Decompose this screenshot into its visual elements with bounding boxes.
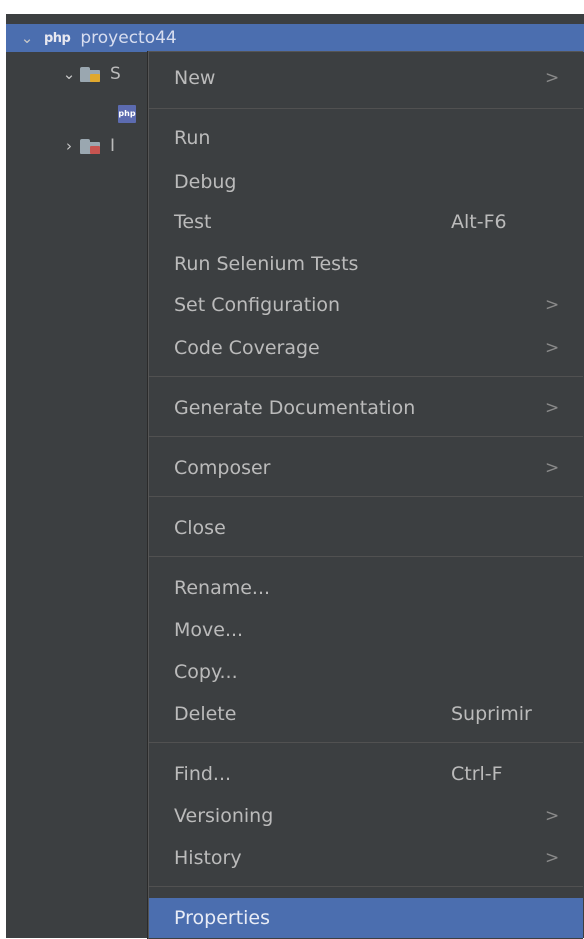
menu-item-label: Delete bbox=[174, 703, 237, 725]
menu-separator bbox=[149, 496, 583, 497]
chevron-right-icon[interactable]: › bbox=[58, 137, 80, 155]
menu-item-label: Properties bbox=[174, 907, 271, 929]
menu-separator bbox=[149, 436, 583, 437]
source-files-label: S bbox=[110, 64, 121, 84]
menu-item-label: Generate Documentation bbox=[174, 397, 416, 419]
menu-item-label: Find... bbox=[174, 763, 232, 785]
menu-item-shortcut: Ctrl-F bbox=[451, 763, 503, 785]
project-name-label: proyecto44 bbox=[80, 28, 177, 48]
php-file-icon: php bbox=[118, 105, 136, 123]
menu-item-run-selenium-tests[interactable]: Run Selenium Tests bbox=[149, 244, 583, 284]
menu-item-copy[interactable]: Copy... bbox=[149, 652, 583, 692]
submenu-arrow-icon: > bbox=[545, 806, 560, 826]
menu-item-history[interactable]: History > bbox=[149, 838, 583, 878]
menu-separator bbox=[149, 108, 583, 109]
menu-item-close[interactable]: Close bbox=[149, 508, 583, 548]
menu-item-label: Versioning bbox=[174, 805, 274, 827]
menu-item-run[interactable]: Run bbox=[149, 118, 583, 158]
include-path-label: I bbox=[110, 136, 116, 156]
menu-item-label: Run Selenium Tests bbox=[174, 253, 359, 275]
screenshot-frame: ⌄ php proyecto44 ⌄ S php › I New > Run D… bbox=[0, 0, 584, 939]
submenu-arrow-icon: > bbox=[545, 338, 560, 358]
menu-item-test[interactable]: Test Alt-F6 bbox=[149, 202, 583, 242]
menu-item-delete[interactable]: Delete Suprimir bbox=[149, 694, 583, 734]
menu-item-code-coverage[interactable]: Code Coverage > bbox=[149, 328, 583, 368]
menu-item-label: Close bbox=[174, 517, 226, 539]
menu-item-label: New bbox=[174, 67, 216, 89]
menu-item-label: Code Coverage bbox=[174, 337, 320, 359]
submenu-arrow-icon: > bbox=[545, 398, 560, 418]
menu-item-versioning[interactable]: Versioning > bbox=[149, 796, 583, 836]
submenu-arrow-icon: > bbox=[545, 68, 560, 88]
submenu-arrow-icon: > bbox=[545, 458, 560, 478]
chevron-down-icon[interactable]: ⌄ bbox=[58, 65, 80, 83]
menu-item-debug[interactable]: Debug bbox=[149, 162, 583, 202]
menu-separator bbox=[149, 556, 583, 557]
tree-node-source-files[interactable]: ⌄ S bbox=[58, 60, 121, 88]
source-folder-icon bbox=[80, 66, 102, 82]
include-folder-icon bbox=[80, 138, 102, 154]
menu-separator bbox=[149, 742, 583, 743]
menu-item-label: Rename... bbox=[174, 577, 271, 599]
php-project-icon: php bbox=[44, 30, 71, 46]
menu-item-move[interactable]: Move... bbox=[149, 610, 583, 650]
submenu-arrow-icon: > bbox=[545, 848, 560, 868]
menu-separator bbox=[149, 886, 583, 887]
menu-item-label: Debug bbox=[174, 171, 237, 193]
context-menu: New > Run Debug Test Alt-F6 Run Selenium… bbox=[148, 51, 583, 939]
tree-node-include-path[interactable]: › I bbox=[58, 132, 115, 160]
submenu-arrow-icon: > bbox=[545, 295, 560, 315]
menu-item-label: History bbox=[174, 847, 242, 869]
menu-item-rename[interactable]: Rename... bbox=[149, 568, 583, 608]
tree-node-project[interactable]: ⌄ php proyecto44 bbox=[6, 24, 584, 52]
menu-item-label: Run bbox=[174, 127, 211, 149]
chevron-down-icon[interactable]: ⌄ bbox=[16, 29, 38, 47]
menu-item-label: Composer bbox=[174, 457, 271, 479]
menu-item-label: Move... bbox=[174, 619, 244, 641]
menu-item-shortcut: Suprimir bbox=[451, 703, 532, 725]
menu-item-set-configuration[interactable]: Set Configuration > bbox=[149, 285, 583, 325]
menu-item-label: Copy... bbox=[174, 661, 238, 683]
menu-separator bbox=[149, 376, 583, 377]
menu-item-properties[interactable]: Properties bbox=[149, 898, 583, 938]
menu-item-label: Test bbox=[174, 211, 212, 233]
menu-item-shortcut: Alt-F6 bbox=[451, 211, 507, 233]
menu-item-generate-documentation[interactable]: Generate Documentation > bbox=[149, 388, 583, 428]
menu-item-find[interactable]: Find... Ctrl-F bbox=[149, 754, 583, 794]
menu-item-label: Set Configuration bbox=[174, 294, 341, 316]
menu-item-new[interactable]: New > bbox=[149, 58, 583, 98]
menu-item-composer[interactable]: Composer > bbox=[149, 448, 583, 488]
tree-node-php-file[interactable]: php bbox=[118, 100, 136, 128]
